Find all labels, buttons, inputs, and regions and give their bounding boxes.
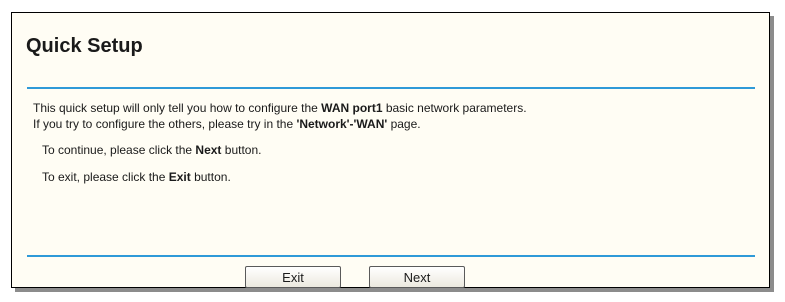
page-title: Quick Setup xyxy=(26,35,143,57)
continue-text: To continue, please click the xyxy=(42,143,196,157)
intro-line-2: If you try to configure the others, plea… xyxy=(33,117,421,131)
exit-instruction: To exit, please click the Exit button. xyxy=(42,170,231,184)
next-button[interactable]: Next xyxy=(369,266,465,288)
intro-line-1: This quick setup will only tell you how … xyxy=(33,101,527,115)
continue-instruction: To continue, please click the Next butto… xyxy=(42,143,261,157)
wan-port-label: WAN port1 xyxy=(321,101,383,115)
bottom-divider xyxy=(27,255,755,257)
network-wan-label: 'Network'-'WAN' xyxy=(296,117,388,131)
continue-tail: button. xyxy=(221,143,262,157)
exit-button[interactable]: Exit xyxy=(245,266,341,288)
intro-line-1-tail: basic network parameters. xyxy=(382,101,527,115)
exit-tail: button. xyxy=(190,170,231,184)
intro-line-2-text: If you try to configure the others, plea… xyxy=(33,117,297,131)
intro-line-2-tail: page. xyxy=(387,117,421,131)
next-word: Next xyxy=(195,143,222,157)
exit-text: To exit, please click the xyxy=(42,170,169,184)
exit-word: Exit xyxy=(168,170,191,184)
top-divider xyxy=(27,87,755,89)
intro-line-1-text: This quick setup will only tell you how … xyxy=(33,101,322,115)
quick-setup-panel: Quick Setup This quick setup will only t… xyxy=(11,12,770,288)
